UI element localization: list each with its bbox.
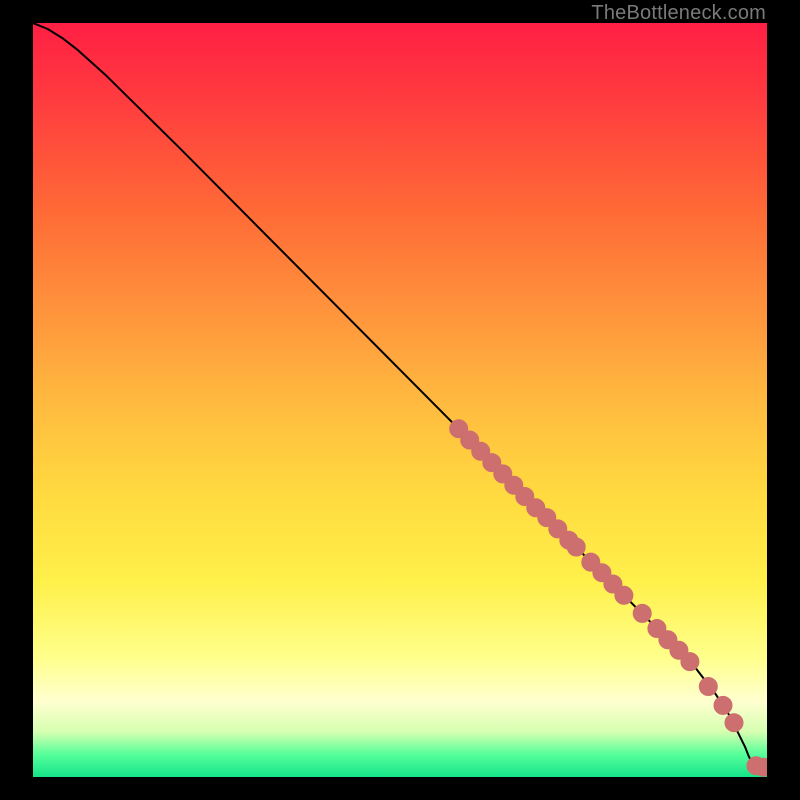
scatter-point <box>699 678 717 696</box>
curve-line <box>33 23 767 768</box>
scatter-point <box>714 696 732 714</box>
scatter-point <box>725 714 743 732</box>
plot-area <box>33 23 767 777</box>
chart-stage: TheBottleneck.com <box>0 0 800 800</box>
scatter-point <box>567 538 585 556</box>
scatter-point <box>615 586 633 604</box>
watermark-text: TheBottleneck.com <box>591 2 766 25</box>
scatter-point <box>681 653 699 671</box>
scatter-point <box>754 758 767 776</box>
scatter-markers <box>450 420 767 777</box>
chart-svg <box>33 23 767 777</box>
scatter-point <box>633 604 651 622</box>
